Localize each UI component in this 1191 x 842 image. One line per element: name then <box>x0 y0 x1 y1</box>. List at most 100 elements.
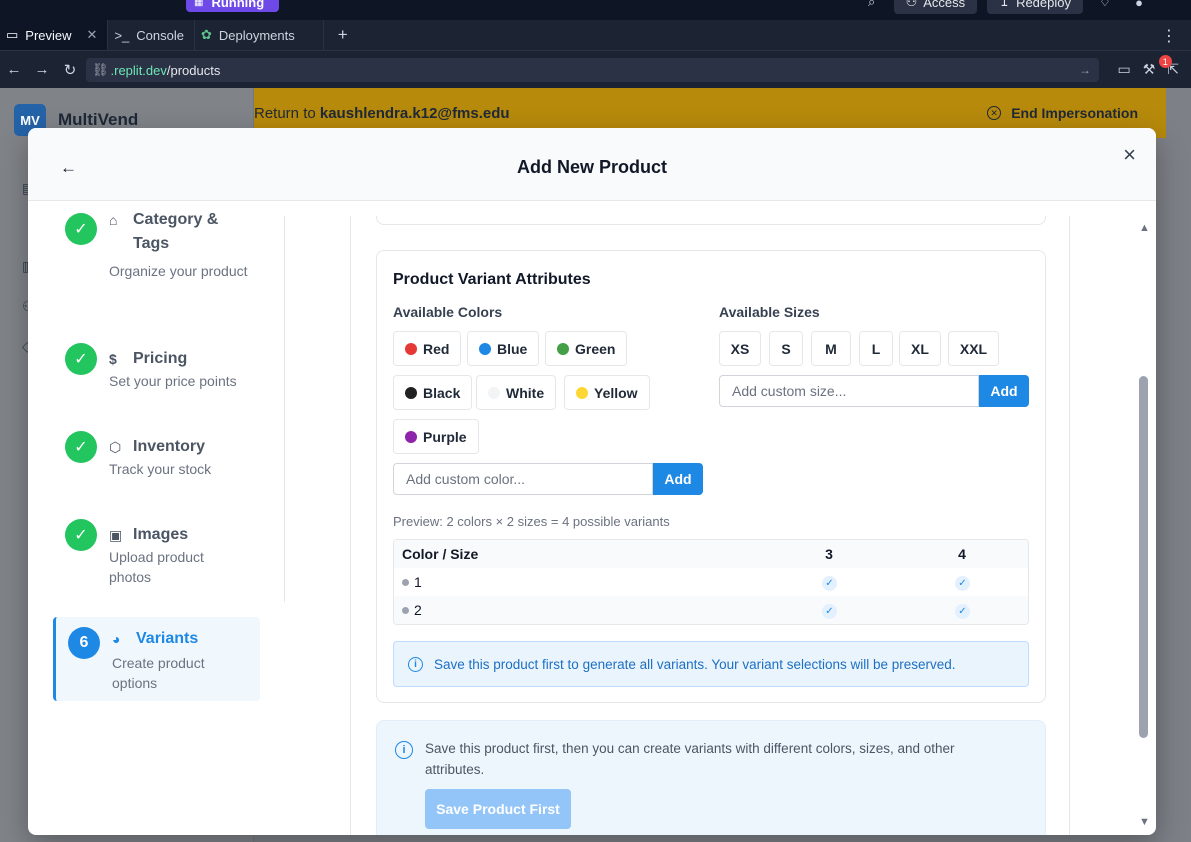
run-status-button[interactable]: ▦ Running <box>186 0 279 12</box>
custom-color-input[interactable]: Add custom color... <box>393 463 653 495</box>
color-chip-green[interactable]: Green <box>545 331 628 366</box>
close-tab-icon[interactable]: ✕ <box>87 27 98 43</box>
search-icon[interactable]: ⌕ <box>860 0 884 10</box>
step-title: ▣ Images <box>109 523 188 547</box>
variant-attributes-card: Product Variant Attributes Available Col… <box>376 250 1046 703</box>
check-icon: ✓ <box>955 576 970 591</box>
check-icon: ✓ <box>65 343 97 375</box>
color-name: Blue <box>497 340 528 357</box>
devtools-icon[interactable]: ⚒ 1 <box>1143 55 1172 78</box>
color-chip-yellow[interactable]: Yellow <box>564 375 650 410</box>
step-pricing[interactable]: ✓ $ Pricing Set your price points <box>53 343 260 403</box>
access-button[interactable]: ⚇ Access <box>893 0 978 14</box>
info-icon: i <box>395 741 413 759</box>
reload-icon[interactable]: ↻ <box>56 61 84 79</box>
content-scrollbar[interactable]: ▲ ▼ <box>1136 216 1150 835</box>
colors-label: Available Colors <box>393 304 503 320</box>
check-icon: ✓ <box>65 519 97 551</box>
table-cell[interactable]: ✓ <box>955 601 970 619</box>
step-images[interactable]: ✓ ▣ Images Upload product photos <box>53 519 260 599</box>
color-chip-blue[interactable]: Blue <box>467 331 540 366</box>
column-header: 3 <box>825 546 833 562</box>
table-cell[interactable]: ✓ <box>955 573 970 591</box>
color-chip-white[interactable]: White <box>476 375 557 410</box>
table-row: 1 ✓ ✓ <box>394 568 1028 596</box>
scroll-down-icon[interactable]: ▼ <box>1139 816 1150 828</box>
redeploy-button[interactable]: ↥ Redeploy <box>987 0 1083 14</box>
variant-preview-text: Preview: 2 colors × 2 sizes = 4 possible… <box>393 514 670 529</box>
forward-arrow-icon[interactable]: → <box>28 61 56 78</box>
row-color-label: 1 <box>414 574 422 590</box>
scroll-thumb[interactable] <box>1139 376 1148 738</box>
redeploy-icon: ↥ <box>999 0 1011 9</box>
size-chip-xxl[interactable]: XXL <box>948 331 999 366</box>
size-chip-xl[interactable]: XL <box>899 331 941 366</box>
color-swatch <box>405 430 417 443</box>
color-chip-red[interactable]: Red <box>393 331 462 366</box>
variant-info-alert: i Save this product first to generate al… <box>393 641 1029 687</box>
add-product-modal: ← Add New Product × ✓ ⌂ Category & Tags O… <box>28 128 1156 835</box>
color-name: Yellow <box>594 384 638 401</box>
tab-console[interactable]: >_ Console <box>108 20 195 50</box>
custom-size-input[interactable]: Add custom size... <box>719 375 979 407</box>
deploy-icon: ✿ <box>200 27 212 42</box>
color-dot <box>402 606 409 614</box>
tab-label: Deployments <box>218 27 295 43</box>
table-cell[interactable]: ✓ <box>822 573 837 591</box>
step-title-line2: Tags <box>133 235 170 252</box>
step-title-line1: Category & <box>133 211 219 228</box>
step-desc: Create product options <box>112 655 205 691</box>
size-chip-l[interactable]: L <box>859 331 893 366</box>
step-desc: Set your price points <box>109 373 237 389</box>
step-variants[interactable]: 6 ◕ Variants Create product options <box>53 617 260 701</box>
go-arrow-icon[interactable]: → <box>1079 63 1091 77</box>
column-header: Color / Size <box>402 546 479 562</box>
color-dot <box>402 578 409 586</box>
size-chip-xs[interactable]: XS <box>719 331 761 366</box>
close-icon[interactable]: × <box>1123 142 1136 168</box>
color-name: Black <box>423 384 461 401</box>
color-swatch <box>557 342 569 355</box>
color-name: Red <box>423 340 450 357</box>
url-bar: ← → ↻ ⛓ .replit.dev /products → ▭ ⚒ 1 ⇱ <box>0 51 1191 88</box>
avatar[interactable]: ● <box>1127 0 1151 10</box>
info-text: Save this product first to generate all … <box>434 656 956 672</box>
size-chip-s[interactable]: S <box>769 331 803 366</box>
step-inventory[interactable]: ✓ ⬡ Inventory Track your stock <box>53 431 260 491</box>
notice-text: Save this product first, then you can cr… <box>425 741 955 777</box>
end-impersonation-label: End Impersonation <box>1011 105 1138 121</box>
new-tab-button[interactable]: + <box>324 20 362 50</box>
url-input[interactable]: ⛓ .replit.dev /products → <box>86 58 1099 82</box>
color-chip-black[interactable]: Black <box>393 375 473 410</box>
add-size-button[interactable]: Add <box>979 375 1029 407</box>
back-arrow-icon[interactable]: ← <box>0 61 28 78</box>
tab-deployments[interactable]: ✿ Deployments <box>195 20 324 50</box>
add-color-button[interactable]: Add <box>653 463 703 495</box>
row-color: 1 <box>402 574 422 590</box>
step-title: ⬡ Inventory <box>109 435 205 459</box>
palette-icon: ◕ <box>112 631 121 647</box>
more-options-icon[interactable]: ⋮ <box>1161 26 1177 46</box>
banner-email: kaushlendra.k12@fms.edu <box>319 104 510 122</box>
save-first-notice: i Save this product first, then you can … <box>376 720 1046 835</box>
steps-divider <box>284 216 285 602</box>
dollar-icon: $ <box>109 351 117 367</box>
tab-preview[interactable]: ▭ Preview ✕ <box>0 20 109 50</box>
tag-icon: ⌂ <box>109 212 118 228</box>
scroll-up-icon[interactable]: ▲ <box>1139 222 1150 234</box>
check-icon: ✓ <box>65 213 97 245</box>
sizes-label: Available Sizes <box>719 304 820 320</box>
color-swatch <box>488 386 500 399</box>
end-impersonation-button[interactable]: ✕ End Impersonation <box>987 105 1138 121</box>
color-chip-purple[interactable]: Purple <box>393 419 479 454</box>
table-cell[interactable]: ✓ <box>822 601 837 619</box>
save-product-first-button[interactable]: Save Product First <box>425 789 571 829</box>
monitor-icon: ▭ <box>6 27 19 42</box>
size-chip-m[interactable]: M <box>811 331 851 366</box>
people-icon: ⚇ <box>905 0 918 9</box>
devices-icon[interactable]: ▭ <box>1117 61 1130 78</box>
step-category-tags[interactable]: ✓ ⌂ Category & Tags Organize your product <box>53 211 260 303</box>
bell-icon[interactable]: ♢ <box>1093 0 1117 10</box>
step-desc: Organize your product <box>109 263 248 279</box>
step-title: ◕ Variants <box>112 627 198 651</box>
